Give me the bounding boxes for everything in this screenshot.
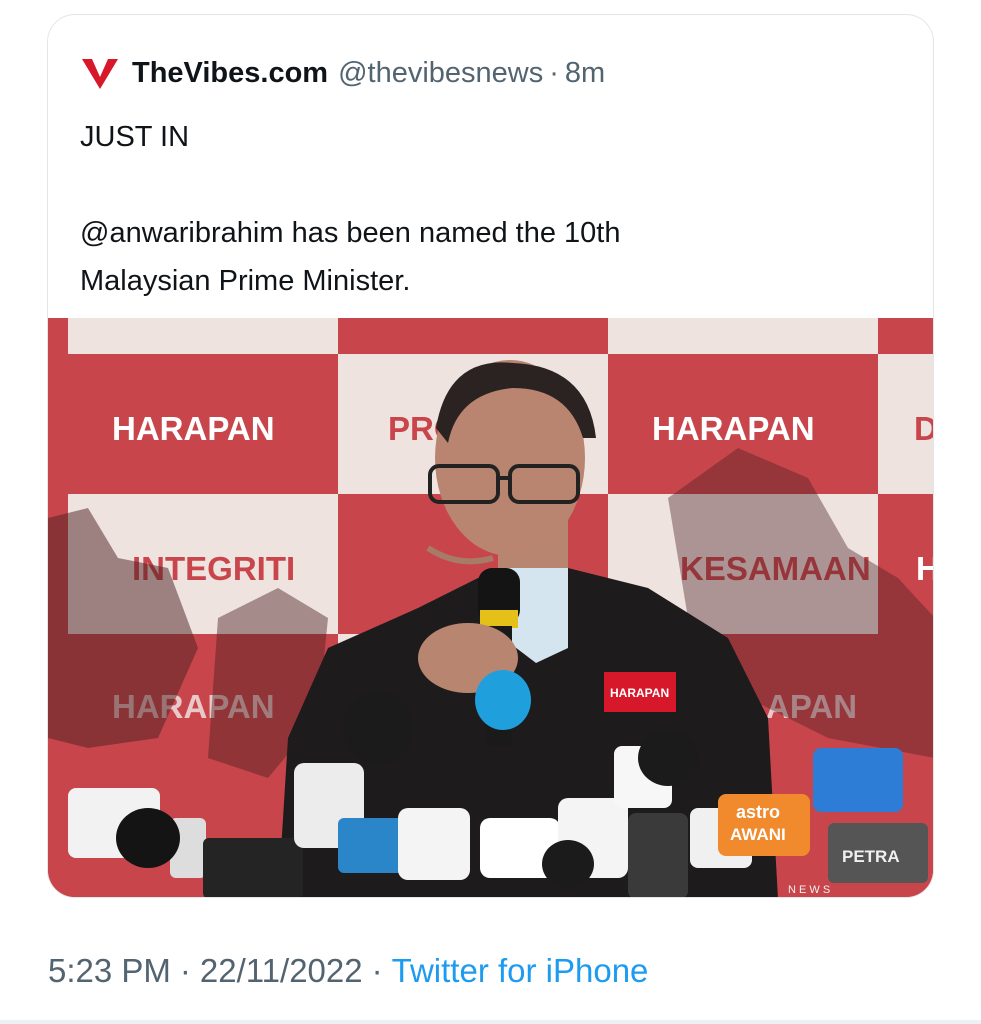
separator-dot: · — [549, 56, 559, 89]
quoted-tweet-card[interactable]: TheVibes.com @thevibesnews · 8m JUST IN … — [47, 14, 934, 898]
mic-label-astro: astro — [736, 802, 780, 822]
tweet-footer: 5:23 PM · 22/11/2022 · Twitter for iPhone — [48, 952, 648, 990]
mic-label-awani: AWANI — [730, 825, 786, 844]
backdrop-text: HARAPAN — [652, 410, 815, 447]
tweet-age[interactable]: 8m — [565, 57, 605, 90]
separator-dot: · — [371, 952, 383, 989]
thevibes-logo-icon[interactable] — [80, 53, 120, 93]
tweet-time[interactable]: 5:23 PM — [48, 952, 171, 989]
petra-news-watermark: N E W S — [788, 884, 830, 896]
author-handle[interactable]: @thevibesnews — [338, 57, 543, 90]
author-name[interactable]: TheVibes.com — [132, 57, 328, 90]
tweet-date[interactable]: 22/11/2022 — [200, 952, 363, 989]
backdrop-text: D — [914, 410, 934, 447]
backdrop-text: H — [916, 550, 934, 587]
tweet-text-line: @anwaribrahim has been named the 10th — [80, 217, 621, 249]
tweet-text-line: JUST IN — [80, 121, 190, 153]
tweet-text: JUST IN @anwaribrahim has been named the… — [80, 113, 900, 305]
tweet-text-line: Malaysian Prime Minister. — [80, 265, 411, 297]
jacket-badge-text: HARAPAN — [610, 686, 669, 700]
tweet-source-link[interactable]: Twitter for iPhone — [392, 952, 649, 989]
top-strip — [0, 0, 981, 14]
backdrop-text: HARAPAN — [112, 410, 275, 447]
separator-dot: · — [179, 952, 191, 989]
tweet-header: TheVibes.com @thevibesnews · 8m — [80, 53, 605, 93]
divider — [0, 1020, 981, 1024]
tweet-photo[interactable]: HARAPAN PRO HARAPAN D INTEGRITI KESAMAAN… — [48, 318, 934, 897]
petra-watermark: PETRA — [842, 847, 900, 866]
